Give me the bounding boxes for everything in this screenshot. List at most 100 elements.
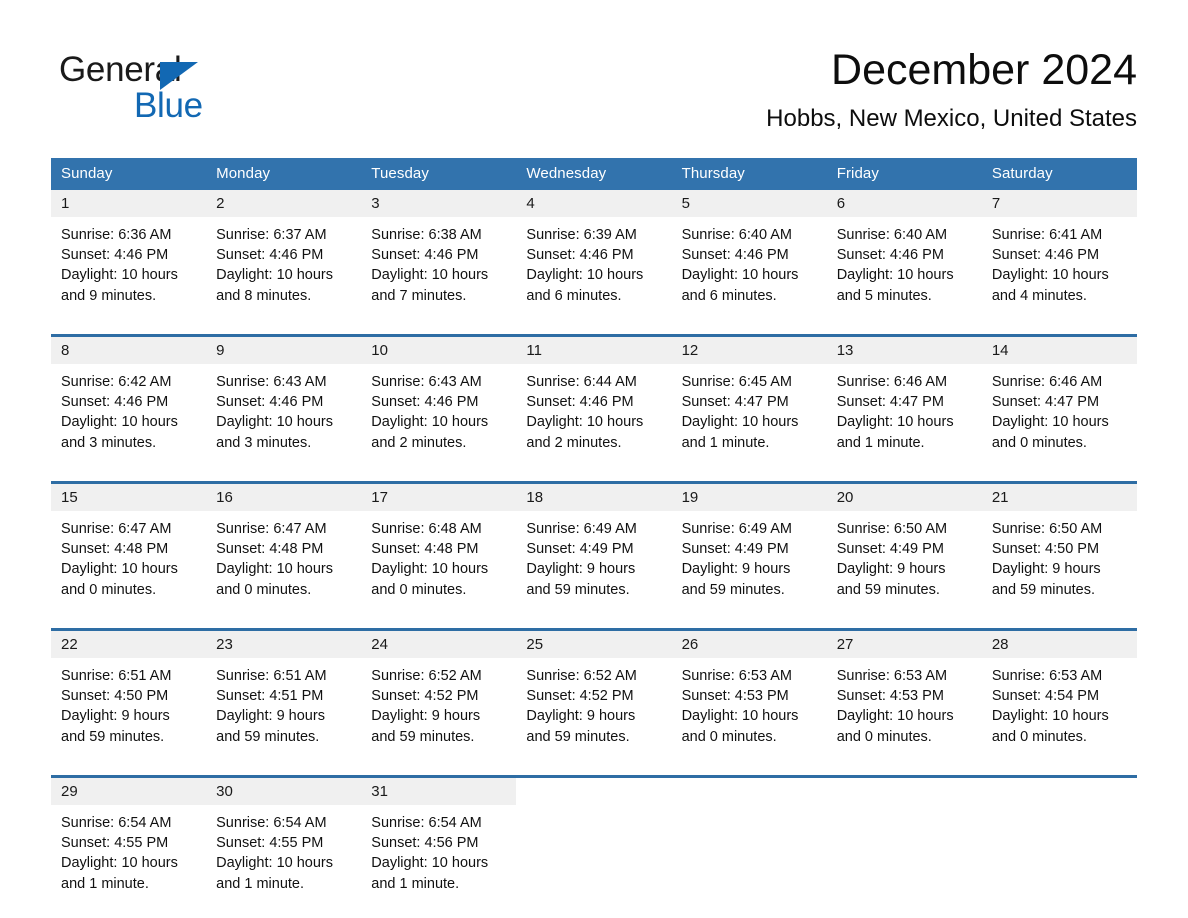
daylight-text-line1: Daylight: 10 hours [836, 708, 954, 725]
day-cell[interactable]: 19 Sunrise: 6:49 AM Sunset: 4:49 PM Dayl… [671, 481, 827, 616]
day-cell[interactable]: 18 Sunrise: 6:49 AM Sunset: 4:49 PM Dayl… [516, 481, 672, 616]
day-cell[interactable]: 8 Sunrise: 6:42 AM Sunset: 4:46 PM Dayli… [51, 334, 207, 469]
sunset-text: Sunset: 4:48 PM [371, 541, 479, 558]
day-cell-inner: 28 Sunrise: 6:53 AM Sunset: 4:54 PM Dayl… [981, 631, 1137, 763]
day-number: 30 [216, 783, 233, 800]
day-cell[interactable]: 27 Sunrise: 6:53 AM Sunset: 4:53 PM Dayl… [826, 628, 982, 763]
day-number-band: 21 [981, 484, 1137, 511]
daylight-text-line2: and 1 minute. [836, 434, 925, 451]
day-cell[interactable]: 20 Sunrise: 6:50 AM Sunset: 4:49 PM Dayl… [826, 481, 982, 616]
day-cell[interactable]: 5 Sunrise: 6:40 AM Sunset: 4:46 PM Dayli… [671, 190, 827, 322]
day-number-band: 28 [981, 631, 1137, 658]
week-spacer [51, 322, 1137, 336]
week-row: 22 Sunrise: 6:51 AM Sunset: 4:50 PM Dayl… [51, 628, 1137, 763]
day-number-band: 13 [826, 337, 982, 364]
sunrise-text: Sunrise: 6:37 AM [216, 227, 327, 243]
day-number-band: 10 [361, 337, 517, 364]
day-cell[interactable]: 4 Sunrise: 6:39 AM Sunset: 4:46 PM Dayli… [516, 190, 672, 322]
sunrise-text: Sunrise: 6:51 AM [61, 668, 172, 684]
day-cell[interactable]: 7 Sunrise: 6:41 AM Sunset: 4:46 PM Dayli… [981, 190, 1137, 322]
day-cell[interactable]: 12 Sunrise: 6:45 AM Sunset: 4:47 PM Dayl… [671, 334, 827, 469]
daylight-text-line2: and 2 minutes. [371, 434, 467, 451]
day-cell[interactable]: 11 Sunrise: 6:44 AM Sunset: 4:46 PM Dayl… [516, 334, 672, 469]
daylight-text-line1: Daylight: 9 hours [681, 561, 791, 578]
day-cell[interactable]: 13 Sunrise: 6:46 AM Sunset: 4:47 PM Dayl… [826, 334, 982, 469]
day-details: Sunrise: 6:36 AM Sunset: 4:46 PM Dayligh… [51, 217, 206, 306]
page-header: General Blue December 2024 Hobbs, New Me… [51, 44, 1137, 144]
sunrise-text: Sunrise: 6:44 AM [526, 374, 637, 390]
daylight-text-line2: and 3 minutes. [216, 434, 312, 451]
day-details: Sunrise: 6:42 AM Sunset: 4:46 PM Dayligh… [51, 364, 206, 453]
day-number: 25 [526, 636, 544, 653]
day-cell[interactable]: 21 Sunrise: 6:50 AM Sunset: 4:50 PM Dayl… [981, 481, 1137, 616]
sunset-text: Sunset: 4:55 PM [61, 835, 169, 852]
day-number: 21 [991, 489, 1009, 506]
day-cell-inner: 19 Sunrise: 6:49 AM Sunset: 4:49 PM Dayl… [671, 484, 827, 616]
day-cell[interactable]: 24 Sunrise: 6:52 AM Sunset: 4:52 PM Dayl… [361, 628, 517, 763]
day-cell[interactable]: 28 Sunrise: 6:53 AM Sunset: 4:54 PM Dayl… [981, 628, 1137, 763]
day-cell-inner: 7 Sunrise: 6:41 AM Sunset: 4:46 PM Dayli… [981, 190, 1137, 322]
sunset-text: Sunset: 4:46 PM [61, 394, 169, 411]
day-cell[interactable]: 6 Sunrise: 6:40 AM Sunset: 4:46 PM Dayli… [826, 190, 982, 322]
day-cell[interactable]: 3 Sunrise: 6:38 AM Sunset: 4:46 PM Dayli… [361, 190, 517, 322]
day-cell[interactable]: 22 Sunrise: 6:51 AM Sunset: 4:50 PM Dayl… [51, 628, 207, 763]
day-cell[interactable]: 26 Sunrise: 6:53 AM Sunset: 4:53 PM Dayl… [671, 628, 827, 763]
day-cell-inner: 22 Sunrise: 6:51 AM Sunset: 4:50 PM Dayl… [51, 631, 207, 763]
day-number: 23 [216, 636, 233, 653]
sunset-text: Sunset: 4:46 PM [526, 247, 634, 264]
day-cell[interactable]: 1 Sunrise: 6:36 AM Sunset: 4:46 PM Dayli… [51, 190, 207, 322]
sunset-text: Sunset: 4:49 PM [681, 541, 789, 558]
day-cell[interactable]: 14 Sunrise: 6:46 AM Sunset: 4:47 PM Dayl… [981, 334, 1137, 469]
daylight-text-line2: and 8 minutes. [216, 287, 312, 304]
day-number-band: 5 [671, 190, 827, 217]
sunset-text: Sunset: 4:46 PM [681, 247, 789, 264]
day-cell-inner: 31 Sunrise: 6:54 AM Sunset: 4:56 PM Dayl… [361, 778, 517, 910]
daylight-text-line2: and 59 minutes. [61, 728, 165, 745]
sunrise-text: Sunrise: 6:36 AM [61, 227, 172, 243]
daylight-text-line2: and 0 minutes. [991, 434, 1087, 451]
day-number-band: 29 [51, 778, 207, 805]
week-row: 29 Sunrise: 6:54 AM Sunset: 4:55 PM Dayl… [51, 775, 1137, 910]
day-cell[interactable]: 9 Sunrise: 6:43 AM Sunset: 4:46 PM Dayli… [206, 334, 362, 469]
sunset-text: Sunset: 4:49 PM [526, 541, 634, 558]
sunrise-text: Sunrise: 6:54 AM [216, 815, 327, 831]
day-number-band: 18 [516, 484, 672, 511]
day-cell[interactable]: 30 Sunrise: 6:54 AM Sunset: 4:55 PM Dayl… [206, 775, 362, 910]
week-row: 15 Sunrise: 6:47 AM Sunset: 4:48 PM Dayl… [51, 481, 1137, 616]
day-number: 7 [991, 195, 1001, 212]
day-number: 4 [526, 195, 535, 212]
day-cell-inner [981, 778, 1137, 910]
daylight-text-line2: and 0 minutes. [681, 728, 777, 745]
daylight-text-line2: and 0 minutes. [216, 581, 312, 598]
sunset-text: Sunset: 4:54 PM [991, 688, 1100, 705]
day-cell[interactable]: 10 Sunrise: 6:43 AM Sunset: 4:46 PM Dayl… [361, 334, 517, 469]
weekday-header-friday: Friday [826, 158, 982, 190]
day-number-band: 15 [51, 484, 207, 511]
day-cell-inner: 13 Sunrise: 6:46 AM Sunset: 4:47 PM Dayl… [826, 337, 982, 469]
day-cell[interactable]: 15 Sunrise: 6:47 AM Sunset: 4:48 PM Dayl… [51, 481, 207, 616]
day-cell-empty [981, 775, 1137, 910]
day-cell[interactable]: 2 Sunrise: 6:37 AM Sunset: 4:46 PM Dayli… [206, 190, 362, 322]
week-spacer [51, 763, 1137, 777]
daylight-text-line1: Daylight: 10 hours [61, 414, 178, 431]
day-cell[interactable]: 25 Sunrise: 6:52 AM Sunset: 4:52 PM Dayl… [516, 628, 672, 763]
day-cell[interactable]: 16 Sunrise: 6:47 AM Sunset: 4:48 PM Dayl… [206, 481, 362, 616]
calendar-grid: Sunday Monday Tuesday Wednesday Thursday… [51, 158, 1137, 910]
day-number: 24 [371, 636, 388, 653]
day-cell-inner [671, 778, 827, 910]
sunset-text: Sunset: 4:46 PM [216, 247, 324, 264]
day-cell[interactable]: 17 Sunrise: 6:48 AM Sunset: 4:48 PM Dayl… [361, 481, 517, 616]
day-cell[interactable]: 23 Sunrise: 6:51 AM Sunset: 4:51 PM Dayl… [206, 628, 362, 763]
day-cell[interactable]: 29 Sunrise: 6:54 AM Sunset: 4:55 PM Dayl… [51, 775, 207, 910]
day-details: Sunrise: 6:53 AM Sunset: 4:53 PM Dayligh… [827, 658, 982, 747]
day-details: Sunrise: 6:51 AM Sunset: 4:50 PM Dayligh… [51, 658, 206, 747]
day-details: Sunrise: 6:38 AM Sunset: 4:46 PM Dayligh… [361, 217, 516, 306]
day-cell-inner: 24 Sunrise: 6:52 AM Sunset: 4:52 PM Dayl… [361, 631, 517, 763]
day-cell[interactable]: 31 Sunrise: 6:54 AM Sunset: 4:56 PM Dayl… [361, 775, 517, 910]
sunrise-text: Sunrise: 6:48 AM [371, 521, 482, 537]
day-details: Sunrise: 6:54 AM Sunset: 4:55 PM Dayligh… [206, 805, 361, 894]
day-number-band: 23 [206, 631, 362, 658]
sunset-text: Sunset: 4:53 PM [836, 688, 944, 705]
daylight-text-line2: and 0 minutes. [991, 728, 1087, 745]
daylight-text-line2: and 59 minutes. [991, 581, 1096, 598]
